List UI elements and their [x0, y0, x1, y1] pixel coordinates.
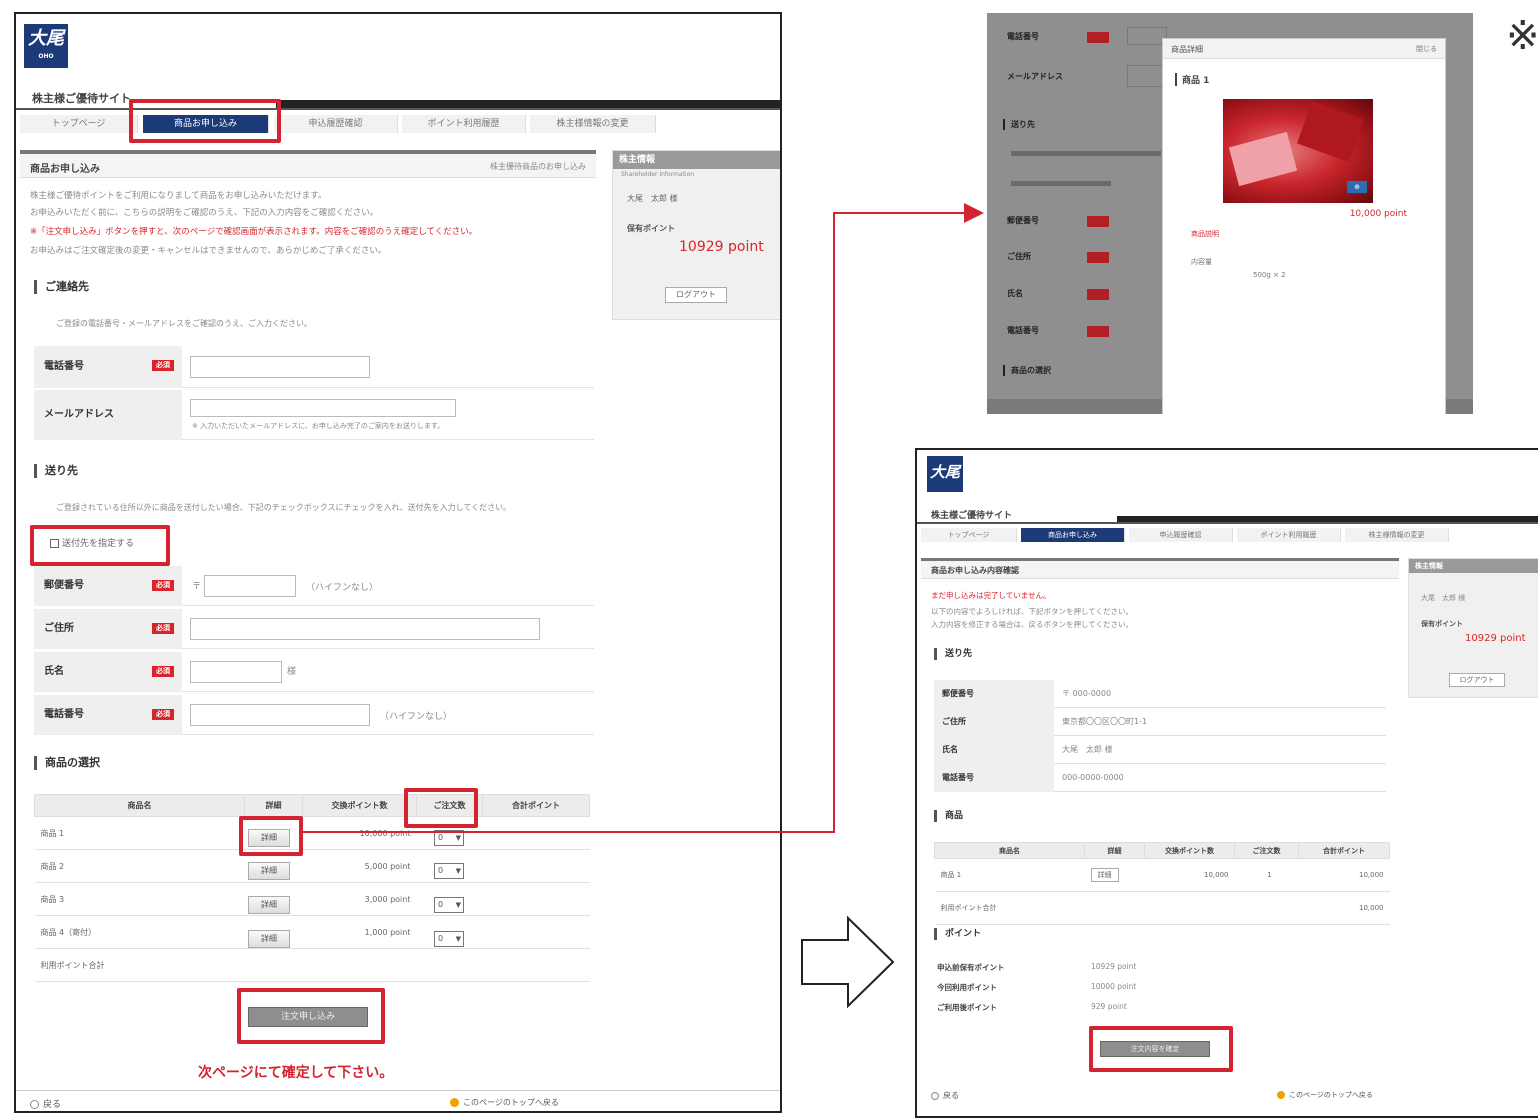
confirm-tab-order-history[interactable]: 申込履歴確認: [1129, 528, 1233, 542]
confirm-row-name: 氏名 大尾 太郎 様: [934, 736, 1386, 764]
bg-section: 送り先: [1003, 119, 1035, 130]
bg-input: [1127, 27, 1167, 45]
bg-label: 郵便番号: [1007, 216, 1039, 225]
point-row-value: 929 point: [1091, 1002, 1127, 1011]
confirm-site-title: 株主様ご優待サイト: [931, 511, 1013, 521]
item-detail-button[interactable]: 詳細: [1090, 868, 1119, 882]
popup-spec-value: 500g × 2: [1253, 271, 1286, 279]
confirm-note-1: 以下の内容でよろしければ、下記ボタンを押してください。: [931, 607, 1134, 616]
point-row-label: 申込前保有ポイント: [937, 963, 1005, 972]
confirm-tab-order[interactable]: 商品お申し込み: [1021, 528, 1125, 542]
confirm-tab-profile[interactable]: 株主様情報の変更: [1345, 528, 1449, 542]
confirm-value: 000-0000-0000: [1062, 773, 1124, 782]
confirm-logout-button[interactable]: ログアウト: [1449, 673, 1505, 687]
item-name: 利用ポイント合計: [934, 891, 1085, 925]
bg-required-badge: [1087, 32, 1109, 43]
highlight-confirm-button: [1089, 1026, 1233, 1072]
confirm-items-header: 商品名 詳細 交換ポイント数 ご注文数 合計ポイント: [934, 842, 1390, 859]
popup-close-button[interactable]: 閉じる: [1416, 44, 1437, 54]
note-mark: ※: [1506, 13, 1538, 59]
confirm-header-divider: [917, 522, 1538, 524]
confirm-tab-point-history[interactable]: ポイント利用履歴: [1237, 528, 1341, 542]
confirm-value: 〒 000-0000: [1062, 689, 1112, 698]
bg-text-line: [1011, 181, 1111, 186]
connector-arrowhead: [964, 203, 984, 223]
item-name: 商品 1: [934, 858, 1085, 892]
item-points: 10,000: [1144, 858, 1235, 892]
confirm-row-tel: 電話番号 000-0000-0000: [934, 764, 1386, 792]
zoom-icon[interactable]: ⊕: [1347, 181, 1367, 193]
item-qty: 1: [1234, 858, 1299, 892]
bg-required-badge: [1087, 326, 1109, 337]
confirm-tab-top[interactable]: トップページ: [921, 528, 1017, 542]
bg-section: 商品の選択: [1003, 365, 1051, 376]
bg-required-badge: [1087, 252, 1109, 263]
confirm-row-address: ご住所 東京都〇〇区〇〇町1-1: [934, 708, 1386, 736]
bg-label: 氏名: [1007, 289, 1023, 298]
point-row-label: ご利用後ポイント: [937, 1003, 997, 1012]
next-step-arrow-icon: [801, 915, 895, 1009]
confirm-logo[interactable]: 大尾: [927, 456, 963, 492]
confirm-warning: まだ申し込みは完了していません。: [931, 591, 1051, 600]
bg-text-line: [1011, 151, 1161, 156]
up-arrow-icon: [1277, 1091, 1285, 1099]
confirm-section-points: ポイント: [934, 928, 981, 940]
bg-required-badge: [1087, 289, 1109, 300]
col-product-name: 商品名: [934, 842, 1085, 859]
confirm-back-label: 戻る: [943, 1091, 959, 1100]
popup-spec-label: 内容量: [1191, 258, 1212, 266]
confirm-panel-points-value: 10929 point: [1465, 633, 1526, 644]
confirm-page-top-label: このページのトップへ戻る: [1289, 1091, 1373, 1099]
table-row: 利用ポイント合計 10,000: [934, 891, 1390, 925]
confirm-page-title: 商品お申し込み内容確認: [931, 566, 1019, 575]
back-icon: [931, 1091, 939, 1100]
item-total: 10,000: [1298, 858, 1390, 892]
bg-label: メールアドレス: [1007, 72, 1063, 81]
point-row-value: 10929 point: [1091, 962, 1137, 971]
confirm-label: ご住所: [934, 708, 1054, 736]
confirm-panel-points-label: 保有ポイント: [1421, 620, 1463, 628]
confirm-items-table: 商品名 詳細 交換ポイント数 ご注文数 合計ポイント 商品 1 詳細 10,00…: [934, 842, 1390, 925]
popup-desc-label: 商品説明: [1191, 230, 1219, 238]
confirm-section-items: 商品: [934, 810, 963, 822]
confirm-row-zip: 郵便番号〒 000-0000: [934, 680, 1386, 708]
confirm-label: 氏名: [934, 736, 1054, 764]
point-row-value: 10000 point: [1091, 982, 1137, 991]
popup-header: 商品詳細 閉じる: [1163, 39, 1445, 59]
confirm-title-bar: 商品お申し込み内容確認: [921, 561, 1399, 579]
col-detail: 詳細: [1084, 842, 1145, 859]
popup-product-name: 商品 1: [1175, 73, 1209, 86]
confirm-panel-title: 株主情報: [1409, 559, 1538, 573]
bg-label: 電話番号: [1007, 32, 1039, 41]
order-confirmation-screenshot: 大尾 株主様ご優待サイト トップページ 商品お申し込み 申込履歴確認 ポイント利…: [915, 448, 1538, 1118]
connector-line: [300, 212, 970, 833]
confirm-note-2: 入力内容を修正する場合は、戻るボタンを押してください。: [931, 620, 1134, 629]
table-row: 商品 1 詳細 10,000 1 10,000: [934, 858, 1390, 892]
bg-label: 電話番号: [1007, 326, 1039, 335]
bg-input: [1127, 65, 1167, 87]
confirm-label: 電話番号: [934, 764, 1054, 792]
confirm-page-top-link[interactable]: このページのトップへ戻る: [1277, 1090, 1373, 1100]
popup-title: 商品詳細: [1171, 45, 1203, 54]
confirm-panel-name: 大尾 太郎 様: [1421, 594, 1466, 602]
product-detail-modal-screenshot: 電話番号 メールアドレス 送り先 郵便番号 ご住所 氏名 電話番号 商品の選択 …: [987, 13, 1473, 414]
confirm-section-delivery: 送り先: [934, 648, 972, 660]
col-points: 交換ポイント数: [1144, 842, 1235, 859]
confirm-back-link[interactable]: 戻る: [931, 1090, 959, 1101]
col-total-points: 合計ポイント: [1298, 842, 1390, 859]
col-quantity: ご注文数: [1234, 842, 1299, 859]
confirm-value: 大尾 太郎 様: [1062, 745, 1113, 754]
popup-price: 10,000 point: [1349, 209, 1407, 219]
confirm-label: 郵便番号: [934, 680, 1054, 708]
item-detail[interactable]: 詳細: [1084, 858, 1145, 892]
confirm-value: 東京都〇〇区〇〇町1-1: [1062, 717, 1148, 726]
item-total: 10,000: [1298, 891, 1390, 925]
point-row-label: 今回利用ポイント: [937, 983, 997, 992]
bg-label: ご住所: [1007, 252, 1031, 261]
bg-required-badge: [1087, 216, 1109, 227]
product-detail-popup: 商品詳細 閉じる 商品 1 ⊕ 10,000 point 商品説明 内容量 50…: [1162, 38, 1446, 414]
confirm-shareholder-panel: 株主情報 大尾 太郎 様 保有ポイント 10929 point ログアウト: [1408, 558, 1538, 698]
